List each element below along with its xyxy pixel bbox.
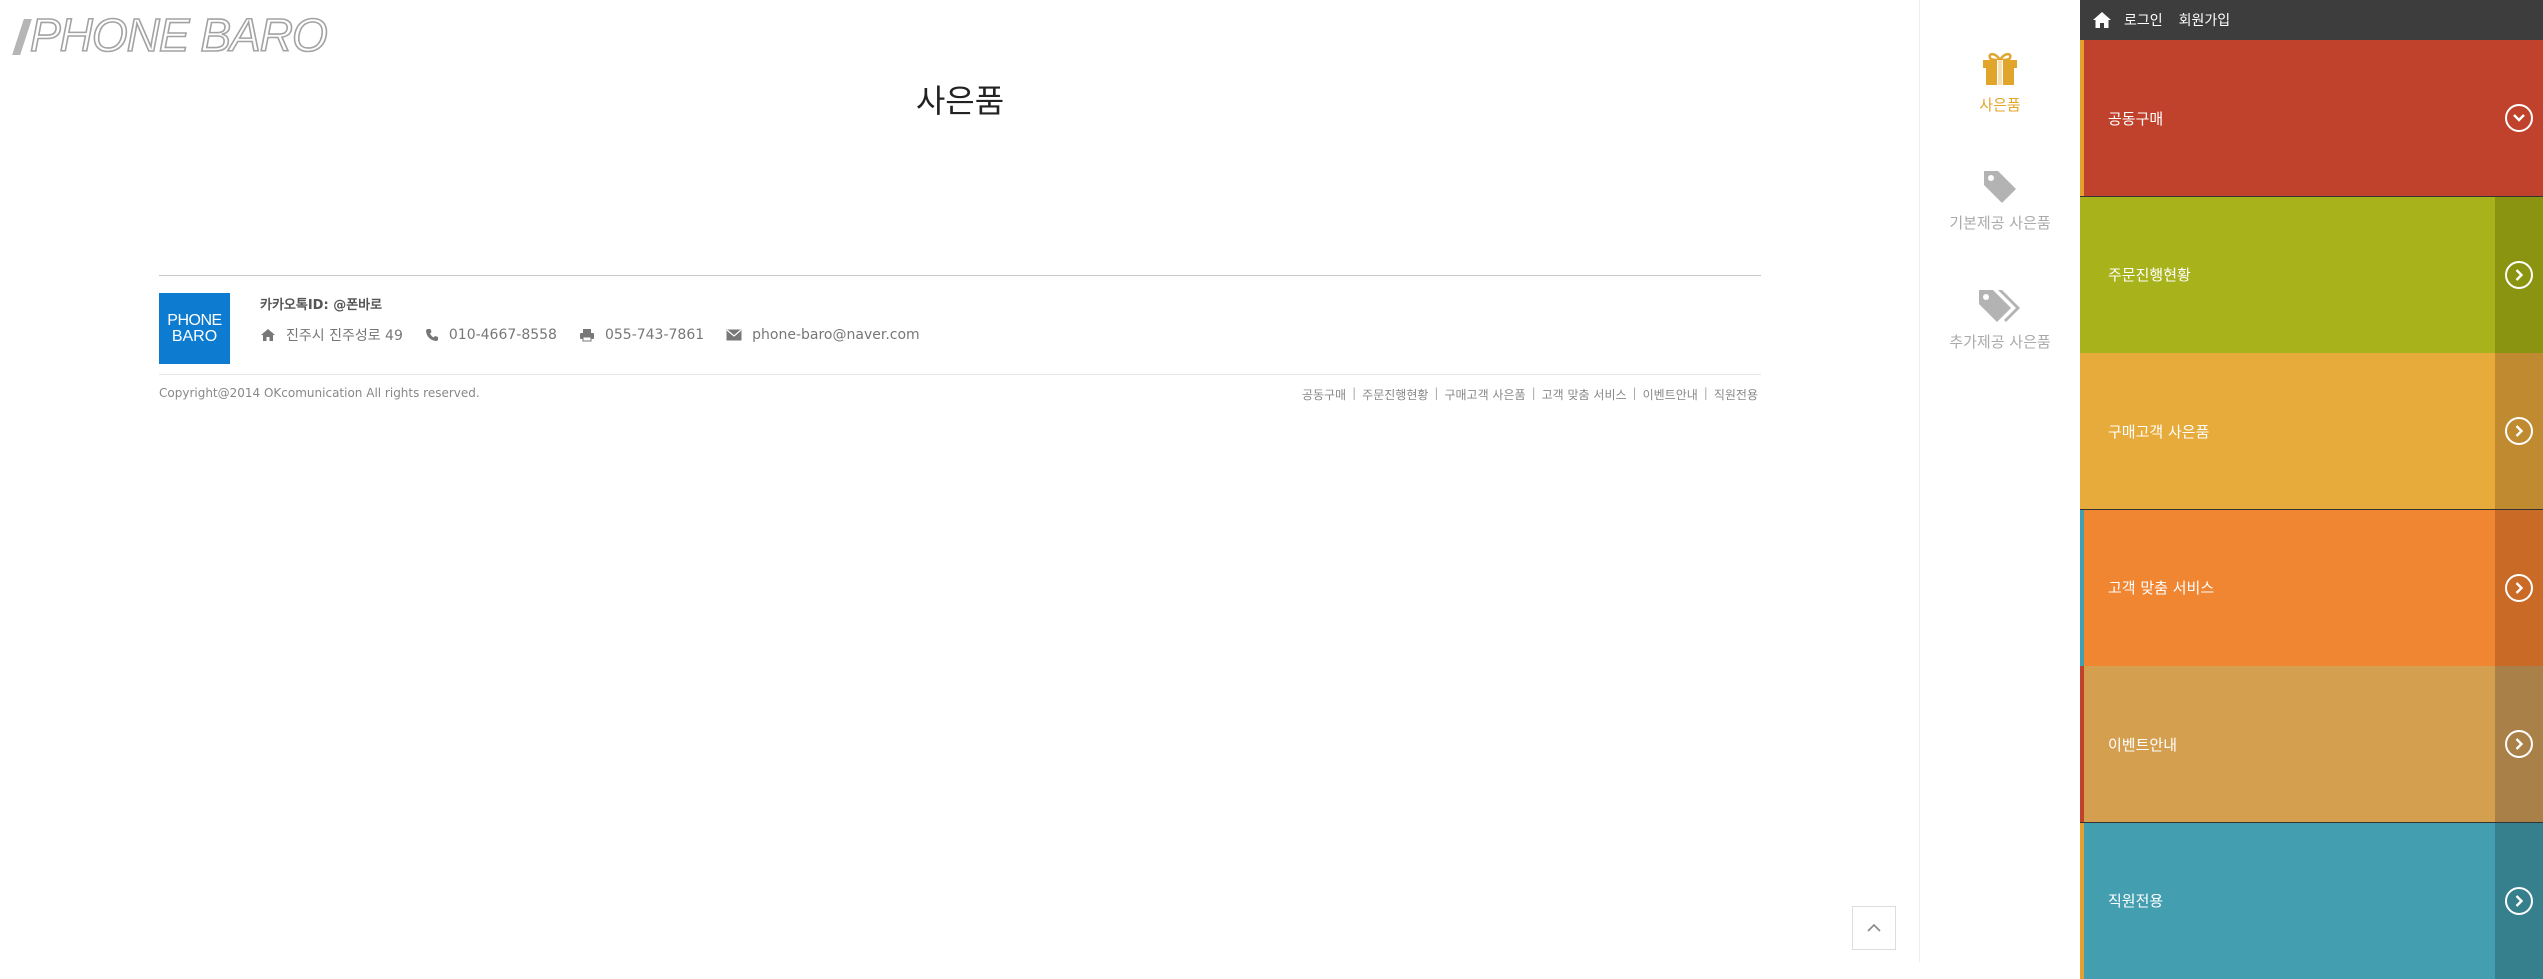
footer-link-separator: | [1531,386,1536,400]
footer-link-separator: | [1434,386,1439,400]
fax-item: 055-743-7861 [579,327,704,343]
footer-link-separator: | [1703,386,1708,400]
chevron-right-icon [2505,260,2533,289]
menu-group-buy[interactable]: 공동구매 [2080,40,2543,196]
sub-nav-label: 추가제공 사은품 [1949,333,2051,351]
page-title: 사은품 [915,82,1005,120]
menu-label: 직원전용 [2108,892,2164,910]
sub-nav-label: 기본제공 사은품 [1949,214,2051,232]
footer-logo-line2: BARO [171,327,218,345]
chevron-down-icon [2505,104,2533,132]
menu-label: 고객 맞춤 서비스 [2108,579,2215,597]
footer-link-events[interactable]: 이벤트안내 [1643,386,1698,403]
footer-contact: 진주시 진주성로 49 010-4667-8558 055-743-7861 p… [260,325,942,345]
print-icon [579,329,594,342]
sub-nav-label: 사은품 [1979,96,2021,114]
main-menu-panel: 로그인 회원가입 공동구매주문진행현황구매고객 사은품고객 맞춤 서비스이벤트안… [2080,0,2543,979]
menu-toggle[interactable] [2495,666,2543,822]
menu-custom-service[interactable]: 고객 맞춤 서비스 [2080,509,2543,666]
top-bar: 로그인 회원가입 [2080,0,2543,40]
footer-logo-line1: PHONE [167,311,222,329]
footer-link-custom-service[interactable]: 고객 맞춤 서비스 [1542,386,1627,403]
chevron-right-icon [2505,573,2533,602]
tag-icon [1984,171,2016,203]
phone-text: 010-4667-8558 [448,327,557,343]
kakao-id: 카카오톡ID: @폰바로 [260,298,383,313]
menu-staff-only[interactable]: 직원전용 [2080,822,2543,979]
email-text[interactable]: phone-baro@naver.com [752,327,920,343]
menu-label: 공동구매 [2108,109,2164,128]
menu-events[interactable]: 이벤트안내 [2080,666,2543,822]
tags-icon [1979,290,2020,322]
email-item: phone-baro@naver.com [726,327,920,343]
chevron-right-icon [2505,417,2533,445]
menu-label: 이벤트안내 [2108,735,2178,754]
chevron-up-icon [1867,923,1881,932]
footer-link-separator: | [1632,386,1637,400]
menu-order-status[interactable]: 주문진행현황 [2080,196,2543,353]
footer-divider-bottom [159,374,1761,375]
copyright: Copyright@2014 OKcomunication All rights… [159,386,480,400]
logo-text: PHONE BARO [29,9,328,61]
menu-toggle[interactable] [2495,40,2543,196]
menu-toggle[interactable] [2495,353,2543,509]
login-link[interactable]: 로그인 [2124,10,2163,30]
footer-link-separator: | [1352,386,1357,400]
sub-nav-item-gift[interactable]: 사은품 [1920,50,2080,115]
address-item: 진주시 진주성로 49 [260,325,403,345]
phone-item: 010-4667-8558 [425,327,557,343]
sub-nav: 사은품 기본제공 사은품 추가제공 사은품 [1919,0,2080,962]
home-icon [2093,12,2111,28]
chevron-right-icon [2505,730,2533,758]
home-icon [261,329,275,341]
footer-link-order-status[interactable]: 주문진행현황 [1362,386,1428,403]
footer-link-group-buy[interactable]: 공동구매 [1302,386,1346,403]
menu-label: 주문진행현황 [2108,266,2191,284]
menu-customer-gift[interactable]: 구매고객 사은품 [2080,353,2543,509]
scroll-top-button[interactable] [1852,906,1896,950]
menu-toggle[interactable] [2495,822,2543,979]
gift-icon [1983,52,2017,85]
footer-links: 공동구매 | 주문진행현황 | 구매고객 사은품 | 고객 맞춤 서비스 | 이벤트안내… [1302,386,1758,403]
signup-link[interactable]: 회원가입 [2179,10,2231,30]
footer-logo: PHONE BARO [159,293,230,364]
chevron-right-icon [2505,886,2533,915]
menu-label: 구매고객 사은품 [2108,422,2210,441]
footer-link-gift[interactable]: 구매고객 사은품 [1444,386,1525,403]
logo-bar-icon [12,19,32,55]
home-button[interactable] [2092,11,2112,29]
phone-icon [425,329,438,341]
fax-text: 055-743-7861 [604,327,705,343]
brand-logo[interactable]: PHONE BARO [12,9,329,61]
sub-nav-item-extra-gift[interactable]: 추가제공 사은품 [1920,287,2080,352]
menu-toggle[interactable] [2495,509,2543,666]
sub-nav-item-basic-gift[interactable]: 기본제공 사은품 [1920,168,2080,233]
envelope-icon [726,329,742,341]
footer-link-staff[interactable]: 직원전용 [1714,386,1758,403]
menu-toggle[interactable] [2495,196,2543,353]
address-text: 진주시 진주성로 49 [286,328,403,344]
footer-divider [159,275,1761,276]
